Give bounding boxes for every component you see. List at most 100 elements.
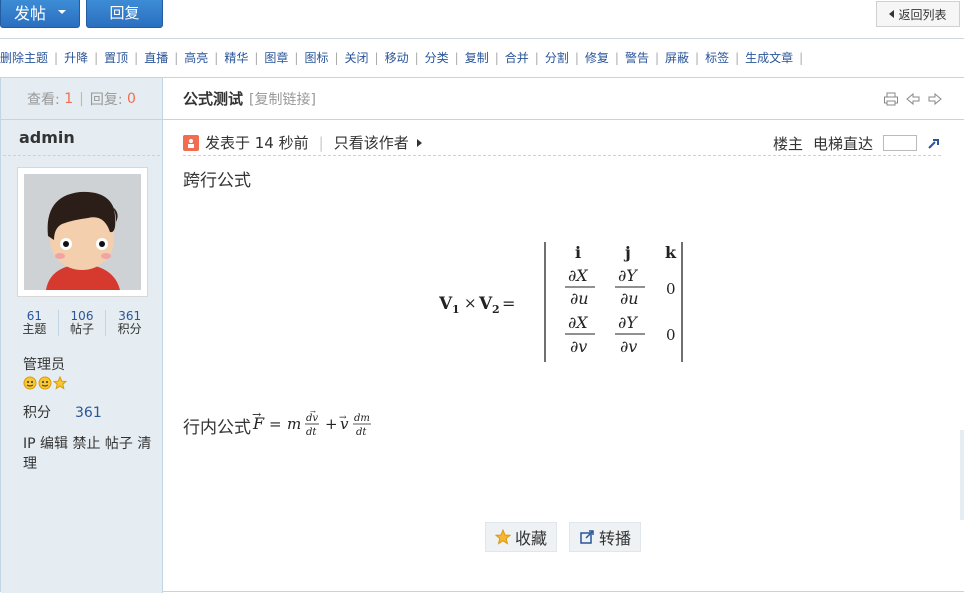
back-to-list-button[interactable]: 返回列表 bbox=[876, 1, 960, 27]
sun-icon bbox=[23, 376, 37, 390]
floor-input[interactable] bbox=[883, 135, 917, 151]
star-icon bbox=[495, 529, 511, 545]
post-main: 公式测试 [复制链接] 发表于 14 秒前 | 只看该作者 楼主 电梯直达 跨行… bbox=[163, 78, 964, 593]
mod-action[interactable]: 精华 bbox=[224, 49, 248, 66]
mod-action[interactable]: 图标 bbox=[304, 49, 328, 66]
count-points[interactable]: 361 积分 bbox=[105, 310, 153, 336]
svg-text:m: m bbox=[287, 415, 301, 433]
svg-text:2: 2 bbox=[492, 303, 500, 316]
views-count: 1 bbox=[64, 90, 74, 107]
share-icon bbox=[580, 530, 594, 544]
svg-text:V: V bbox=[478, 294, 493, 314]
mod-action[interactable]: 合并 bbox=[505, 49, 529, 66]
svg-text:dt: dt bbox=[356, 427, 367, 438]
mod-action[interactable]: 关闭 bbox=[345, 49, 369, 66]
sun-icon bbox=[38, 376, 52, 390]
post-button[interactable]: 发帖 bbox=[0, 0, 80, 28]
scrollbar[interactable] bbox=[960, 430, 964, 520]
go-floor-icon[interactable] bbox=[927, 136, 941, 150]
points-value[interactable]: 361 bbox=[75, 405, 102, 421]
svg-text:→: → bbox=[252, 410, 261, 421]
inline-formula-line: 行内公式 F → = m dv → dt + v → dm dt bbox=[183, 410, 391, 440]
prev-thread-icon[interactable] bbox=[905, 92, 921, 106]
admin-links[interactable]: IP 编辑 禁止 帖子 清理 bbox=[23, 434, 153, 474]
count-threads[interactable]: 61 主题 bbox=[11, 310, 58, 336]
post-container: 查看: 1 | 回复: 0 admin 61 主题 106 帖子 361 积分 … bbox=[0, 77, 964, 593]
thread-header: 公式测试 [复制链接] bbox=[163, 78, 964, 120]
mod-action[interactable]: 修复 bbox=[585, 49, 609, 66]
mod-action[interactable]: 分类 bbox=[425, 49, 449, 66]
svg-text:∂v: ∂v bbox=[570, 337, 587, 356]
avatar[interactable] bbox=[17, 167, 148, 297]
post-actions: 收藏 转播 bbox=[485, 522, 642, 552]
floor-label: 楼主 bbox=[772, 134, 803, 153]
post-heading: 跨行公式 bbox=[183, 171, 251, 191]
next-thread-icon[interactable] bbox=[927, 92, 943, 106]
svg-text:∂Y: ∂Y bbox=[618, 266, 638, 285]
mod-action[interactable]: 删除主题 bbox=[0, 49, 48, 66]
elevator-label: 电梯直达 bbox=[812, 134, 873, 153]
print-icon[interactable] bbox=[883, 92, 899, 106]
points-row: 积分 361 bbox=[23, 405, 102, 421]
svg-text:V: V bbox=[439, 294, 453, 314]
svg-text:=: = bbox=[502, 294, 515, 313]
author-sidebar: 查看: 1 | 回复: 0 admin 61 主题 106 帖子 361 积分 … bbox=[1, 78, 163, 593]
share-button[interactable]: 转播 bbox=[569, 522, 642, 552]
mod-action[interactable]: 移动 bbox=[385, 49, 409, 66]
mod-action[interactable]: 警告 bbox=[625, 49, 649, 66]
svg-text:∂Y: ∂Y bbox=[618, 313, 638, 332]
svg-text:dm: dm bbox=[354, 413, 370, 424]
user-group[interactable]: 管理员 bbox=[23, 354, 65, 374]
rank-stars bbox=[23, 376, 67, 390]
thread-title: 公式测试 bbox=[183, 90, 244, 108]
svg-text:=: = bbox=[269, 415, 282, 433]
mod-action[interactable]: 直播 bbox=[144, 49, 168, 66]
mod-action[interactable]: 高亮 bbox=[184, 49, 208, 66]
svg-text:∂u: ∂u bbox=[570, 289, 589, 308]
svg-text:k: k bbox=[665, 243, 677, 262]
svg-text:dt: dt bbox=[306, 427, 317, 438]
mod-action[interactable]: 分割 bbox=[545, 49, 569, 66]
mod-action[interactable]: 升降 bbox=[64, 49, 88, 66]
reply-button[interactable]: 回复 bbox=[86, 0, 163, 28]
post-author-icon bbox=[183, 134, 199, 151]
mod-action[interactable]: 图章 bbox=[264, 49, 288, 66]
svg-text:×: × bbox=[464, 294, 477, 312]
svg-text:0: 0 bbox=[666, 326, 676, 344]
svg-text:∂X: ∂X bbox=[568, 266, 588, 285]
svg-text:∂v: ∂v bbox=[620, 337, 637, 356]
caret-right-icon bbox=[416, 138, 422, 147]
back-arrow-icon bbox=[889, 10, 895, 18]
svg-text:∂X: ∂X bbox=[568, 313, 588, 332]
cross-product-formula: V 1 × V 2 = i j k ∂X ∂u ∂Y ∂u 0 ∂X ∂v ∂Y… bbox=[438, 242, 683, 362]
star-icon bbox=[53, 376, 67, 390]
replies-count: 0 bbox=[127, 90, 136, 107]
chevron-down-icon bbox=[58, 10, 66, 14]
mod-action[interactable]: 生成文章 bbox=[745, 49, 793, 66]
svg-text:j: j bbox=[623, 243, 631, 262]
svg-text:i: i bbox=[575, 243, 581, 262]
post-info-bar: 发表于 14 秒前 | 只看该作者 楼主 电梯直达 bbox=[183, 130, 941, 156]
mod-action[interactable]: 屏蔽 bbox=[665, 49, 689, 66]
svg-text:→: → bbox=[339, 413, 347, 423]
favorite-button[interactable]: 收藏 bbox=[485, 522, 558, 552]
svg-text:0: 0 bbox=[666, 280, 676, 298]
inline-formula: F → = m dv → dt + v → dm dt bbox=[252, 410, 371, 438]
inline-label: 行内公式 bbox=[183, 417, 251, 438]
mod-action[interactable]: 置顶 bbox=[104, 49, 128, 66]
mod-action[interactable]: 复制 bbox=[465, 49, 489, 66]
thread-stats: 查看: 1 | 回复: 0 bbox=[1, 78, 162, 120]
copy-link[interactable]: [复制链接] bbox=[249, 89, 316, 109]
svg-text:1: 1 bbox=[452, 303, 460, 316]
svg-text:+: + bbox=[325, 415, 338, 433]
only-author-link[interactable]: 只看该作者 bbox=[334, 132, 409, 153]
author-name[interactable]: admin bbox=[3, 120, 160, 156]
author-counts: 61 主题 106 帖子 361 积分 bbox=[11, 310, 153, 336]
display-formula: V 1 × V 2 = i j k ∂X ∂u ∂Y ∂u 0 ∂X ∂v ∂Y… bbox=[438, 242, 689, 367]
svg-text:→: → bbox=[310, 410, 316, 416]
svg-text:∂u: ∂u bbox=[620, 289, 639, 308]
mod-action[interactable]: 标签 bbox=[705, 49, 729, 66]
divider bbox=[0, 38, 964, 39]
count-posts[interactable]: 106 帖子 bbox=[57, 310, 106, 336]
post-time: 发表于 14 秒前 bbox=[205, 134, 309, 152]
